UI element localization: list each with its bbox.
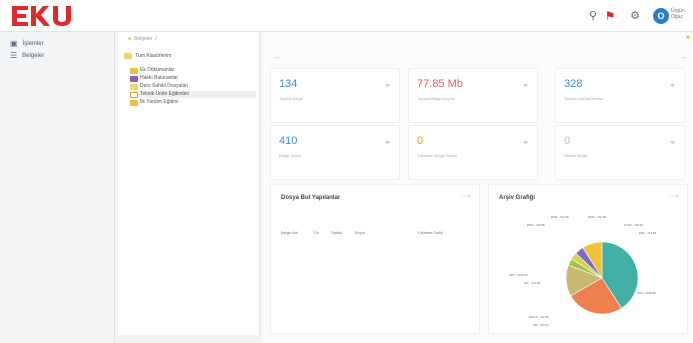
share-icon[interactable]: ⚭: [669, 81, 676, 90]
breadcrumb: ■ Belgeler /: [128, 36, 157, 42]
folder-open-icon: [130, 83, 138, 90]
folder-icon: [130, 67, 138, 74]
notification-icon[interactable]: ⚑: [603, 9, 617, 23]
sidebar-item-label: İşlemler: [22, 41, 44, 47]
folder-icon: [130, 91, 138, 98]
column-header[interactable]: Tür: [313, 230, 319, 235]
settings-icon[interactable]: ⚙: [628, 9, 642, 23]
pie-label: DMG - %0.96: [588, 215, 607, 219]
stat-label: Silinen Belge: [564, 153, 588, 158]
stat-card: 0 Silinen Belge ⚭: [555, 125, 685, 180]
search-icon[interactable]: ⚲: [586, 9, 600, 23]
stat-label: Toplam Belge: [279, 96, 304, 101]
tree-item[interactable]: İlk Yardım Eğitimi: [130, 99, 256, 106]
tree-item[interactable]: Ek Dökümanlar: [130, 67, 256, 74]
breadcrumb-separator: /: [155, 36, 157, 42]
breadcrumb-label[interactable]: Belgeler: [134, 36, 152, 42]
folder-icon: [130, 75, 138, 82]
sidebar-item-label: Belgeler: [22, 53, 45, 59]
stat-label: Belge Sayısı: [279, 153, 302, 158]
pie-label: PPT - %25.92: [509, 273, 528, 277]
pie-label: PDF - %4.81: [639, 231, 657, 235]
tree-root-label: Tüm Klasörlerim: [135, 53, 172, 59]
sidebar-item-islemler[interactable]: ▣ İşlemler: [10, 38, 44, 50]
share-icon[interactable]: ⚭: [522, 138, 529, 147]
panel-title: Dosya Bul Yapılanlar: [281, 195, 341, 201]
stat-card: 328 Toplam Görüntülenme ⚭: [555, 68, 685, 123]
stat-card: 410 Belge Sayısı ⚭: [270, 125, 400, 180]
list-icon: ☰: [10, 51, 18, 60]
folder-icon: ■: [128, 36, 132, 42]
pie-label: ZIP - %3.21: [533, 323, 549, 327]
pie-label: DOCX - %1.83: [529, 315, 549, 319]
stat-value: 77.85 Mb: [417, 78, 463, 90]
stat-value: 328: [564, 78, 583, 90]
pie-chart: [565, 241, 639, 315]
stat-value: 0: [417, 135, 424, 147]
stat-value: 0: [564, 135, 571, 147]
tree-item-label: Ders Sahibi Dosyaları: [140, 83, 189, 89]
back-icon[interactable]: ←: [274, 54, 281, 61]
sidebar-item-belgeler[interactable]: ☰ Belgeler: [10, 50, 44, 62]
pie-label: GIF - %3.06: [524, 281, 541, 285]
user-avatar[interactable]: O: [653, 8, 669, 24]
panel-controls-icon[interactable]: – ×: [462, 194, 471, 200]
share-icon[interactable]: ⚭: [669, 138, 676, 147]
briefcase-icon: ▣: [10, 39, 18, 48]
tree-item-label: Hakkı Bulunanlar: [140, 75, 179, 81]
folder-tree-panel: ■ Belgeler / Tüm Klasörlerim Ek Dökümanl…: [118, 32, 260, 335]
recent-files-panel: Dosya Bul Yapılanlar – × Belge Adı Tür S…: [270, 184, 480, 334]
stat-value: 410: [279, 135, 298, 147]
folder-icon: [130, 99, 138, 106]
sidebar: ▣ İşlemler ☰ Belgeler: [0, 32, 115, 343]
tree-item[interactable]: Ders Sahibi Dosyaları: [130, 83, 256, 90]
forward-icon[interactable]: →: [680, 54, 687, 61]
column-header[interactable]: Boyut: [355, 230, 365, 235]
archive-chart-panel: Arşiv Grafiği – × DMF - %2.46 PNG - %5.8…: [488, 184, 688, 334]
user-name[interactable]: Ürgün Oğuz: [671, 8, 693, 20]
tree-item-label: Ek Dökümanlar: [140, 67, 175, 73]
column-header[interactable]: Yükleme Tarihi: [417, 230, 443, 235]
stat-label: Toplam Görüntülenme: [564, 96, 604, 101]
column-header[interactable]: Belge Adı: [281, 230, 298, 235]
stat-label: Yüklenen Belge Sayısı: [417, 153, 458, 158]
tree-item-label: Teknik Ünite Eğitimleri: [140, 91, 190, 97]
pie-label: DMF - %2.46: [551, 215, 569, 219]
stat-card: 0 Yüklenen Belge Sayısı ⚭: [408, 125, 538, 180]
eku-logo[interactable]: [10, 3, 76, 29]
share-icon[interactable]: ⚭: [522, 81, 529, 90]
stat-label: Toplam Belge Boyutu: [417, 96, 455, 101]
column-header[interactable]: Sahibi: [331, 230, 342, 235]
stat-card: 77.85 Mb Toplam Belge Boyutu ⚭: [408, 68, 538, 123]
share-icon[interactable]: ⚭: [384, 81, 391, 90]
folder-open-icon: [124, 53, 132, 59]
share-icon[interactable]: ⚭: [384, 138, 391, 147]
main-content: ← → 134 Toplam Belge ⚭ 77.85 Mb Toplam B…: [262, 32, 693, 343]
pie-label: XLSX - %0.32: [624, 223, 643, 227]
stat-value: 134: [279, 78, 298, 90]
pie-label: PNG - %5.85: [527, 223, 545, 227]
top-bar: ⚲ ⚑ ⚙ O Ürgün Oğuz: [0, 0, 693, 32]
tree-item-selected[interactable]: Teknik Ünite Eğitimleri: [130, 91, 256, 98]
tree-item-label: İlk Yardım Eğitimi: [140, 99, 179, 105]
pie-label: JPG - %40.86: [637, 291, 656, 295]
stat-card: 134 Toplam Belge ⚭: [270, 68, 400, 123]
tree-root[interactable]: Tüm Klasörlerim: [124, 53, 171, 59]
tree-item[interactable]: Hakkı Bulunanlar: [130, 75, 256, 82]
panel-toggle-icon[interactable]: ■: [686, 35, 690, 41]
